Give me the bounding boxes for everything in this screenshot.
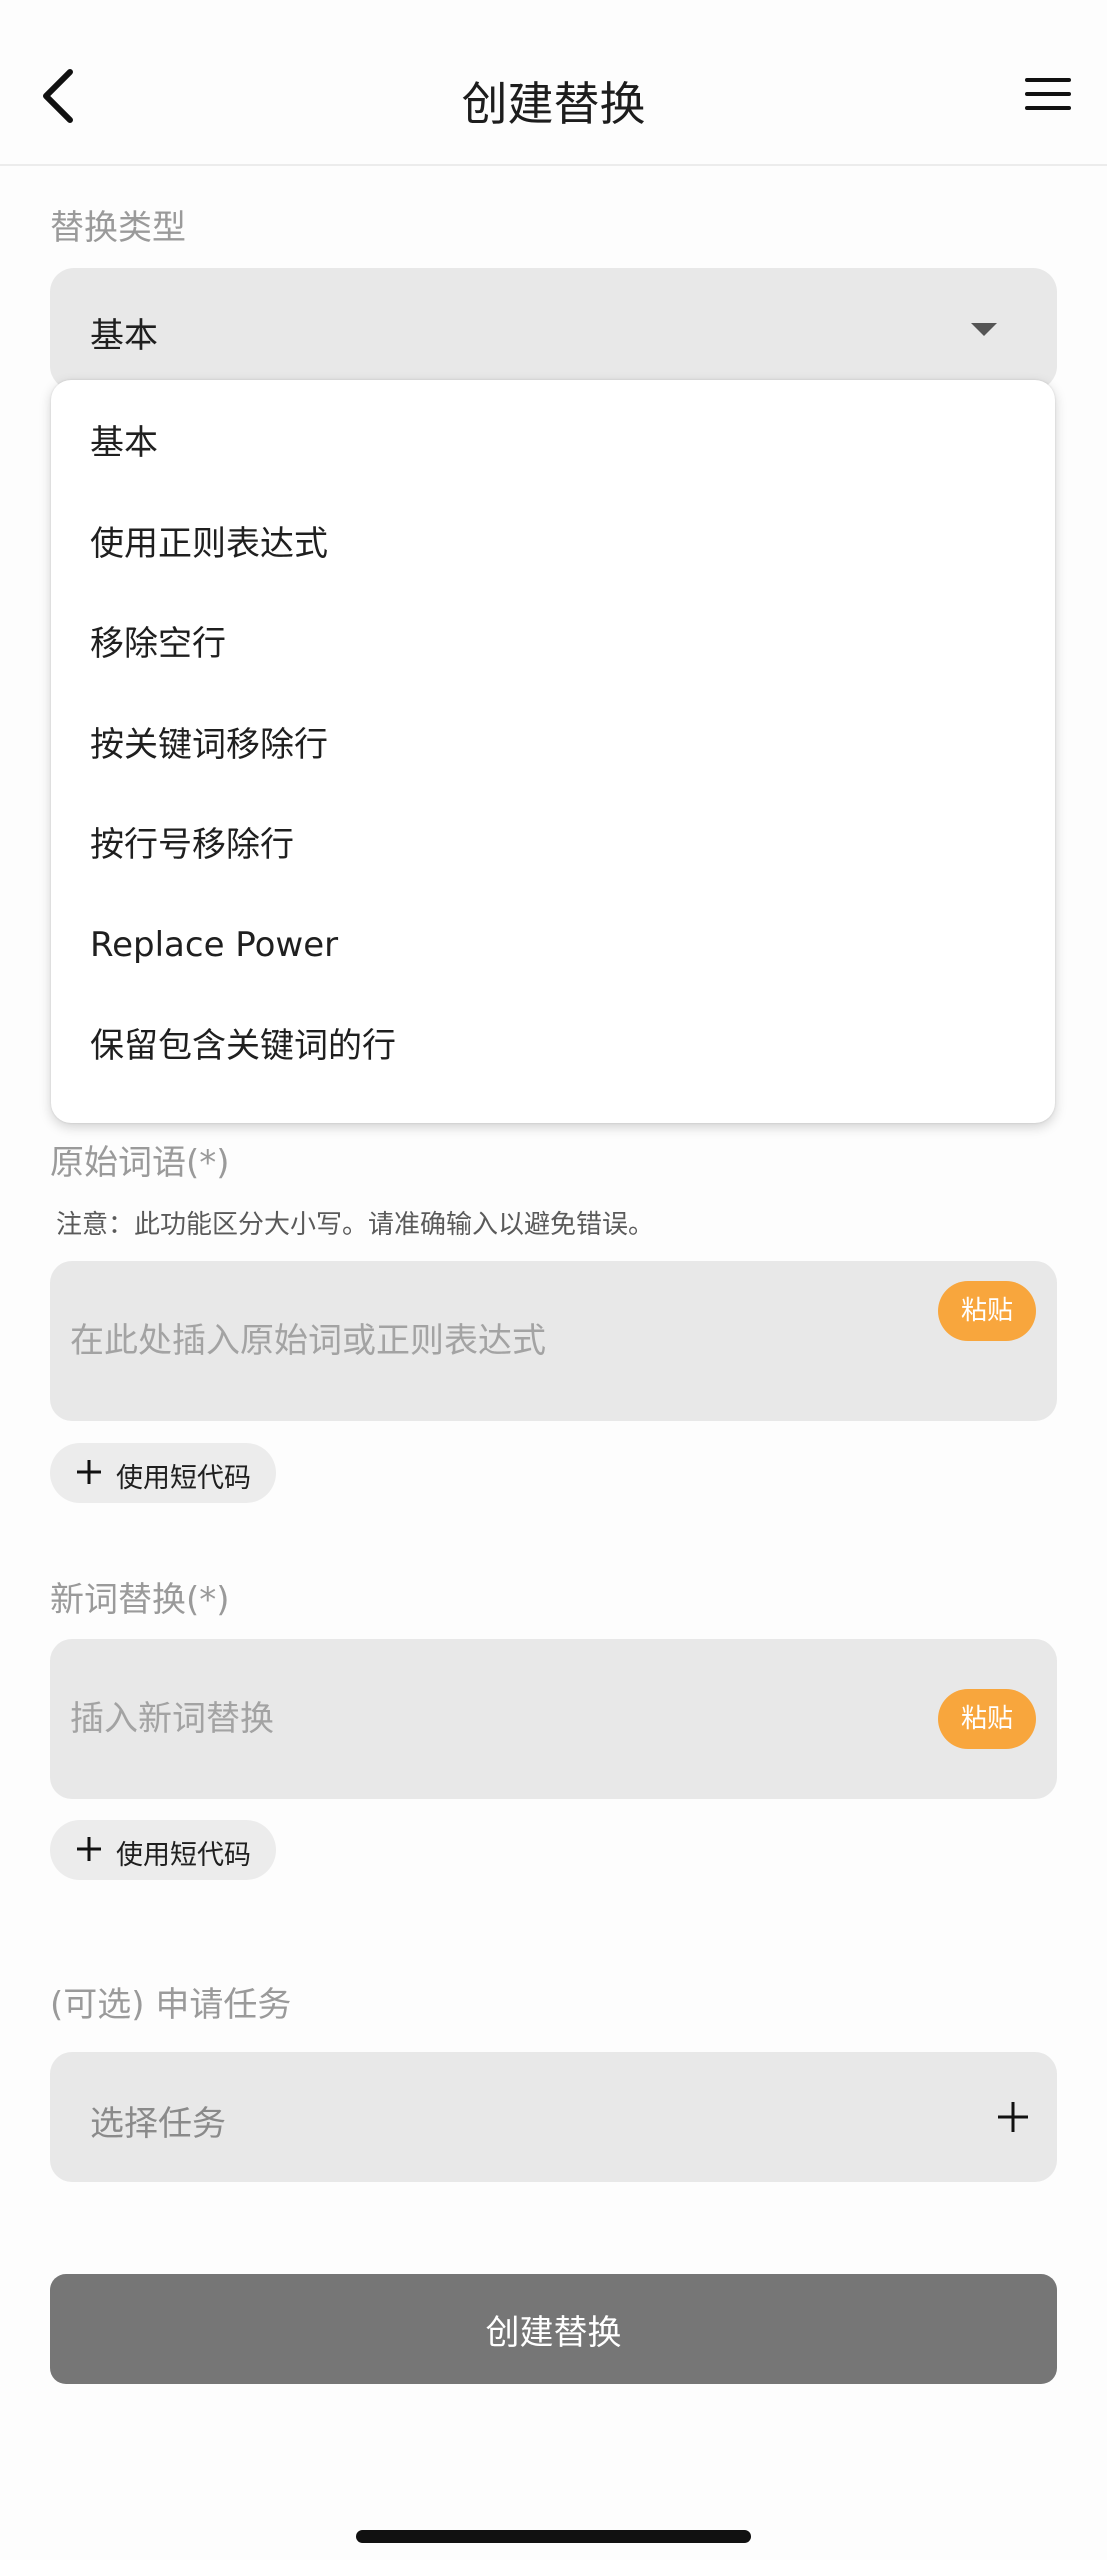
dropdown-option-basic[interactable]: 基本 [51,395,1055,491]
plus-icon [998,2102,1028,2132]
plus-icon [77,1837,101,1861]
replace-type-select[interactable]: 基本 [50,268,1057,390]
create-replacement-screen: 创建替换 替换类型 基本 基本 使用正则表达式 移除空行 按关键词移除行 按行号… [0,0,1107,2560]
new-word-input[interactable] [70,1679,930,1759]
replace-type-label: 替换类型 [50,208,186,248]
original-word-shortcode-button[interactable]: 使用短代码 [50,1443,276,1503]
new-word-paste-button[interactable]: 粘贴 [938,1689,1036,1749]
original-word-input[interactable] [70,1301,930,1381]
dropdown-option-keep-keyword-lines[interactable]: 保留包含关键词的行 [51,998,1055,1094]
task-label: (可选) 申请任务 [50,1985,292,2025]
shortcode-label: 使用短代码 [116,1840,251,1871]
home-indicator [356,2530,751,2543]
original-word-field: 粘贴 [50,1261,1057,1421]
task-select[interactable]: 选择任务 [50,2052,1057,2182]
case-sensitive-note: 注意：此功能区分大小写。请准确输入以避免错误。 [56,1210,655,1240]
shortcode-label: 使用短代码 [116,1463,251,1494]
replace-type-selected-value: 基本 [90,316,158,356]
dropdown-option-remove-empty[interactable]: 移除空行 [51,596,1055,692]
original-word-label: 原始词语(*) [50,1143,230,1183]
top-app-bar: 创建替换 [0,0,1107,166]
new-word-shortcode-button[interactable]: 使用短代码 [50,1820,276,1880]
plus-icon [77,1460,101,1484]
original-word-paste-button[interactable]: 粘贴 [938,1281,1036,1341]
new-word-label: 新词替换(*) [50,1580,230,1620]
create-replacement-button[interactable]: 创建替换 [50,2274,1057,2384]
dropdown-option-replace-power[interactable]: Replace Power [51,897,1055,993]
task-placeholder: 选择任务 [90,2104,226,2144]
page-title: 创建替换 [461,77,646,131]
replace-type-dropdown: 基本 使用正则表达式 移除空行 按关键词移除行 按行号移除行 Replace P… [51,380,1055,1123]
caret-down-icon [971,323,997,336]
new-word-field: 粘贴 [50,1639,1057,1799]
menu-button[interactable] [1021,72,1077,120]
dropdown-option-regex[interactable]: 使用正则表达式 [51,496,1055,592]
dropdown-option-remove-by-keyword[interactable]: 按关键词移除行 [51,697,1055,793]
dropdown-option-remove-by-line-number[interactable]: 按行号移除行 [51,797,1055,893]
hamburger-menu-icon [1025,78,1071,110]
